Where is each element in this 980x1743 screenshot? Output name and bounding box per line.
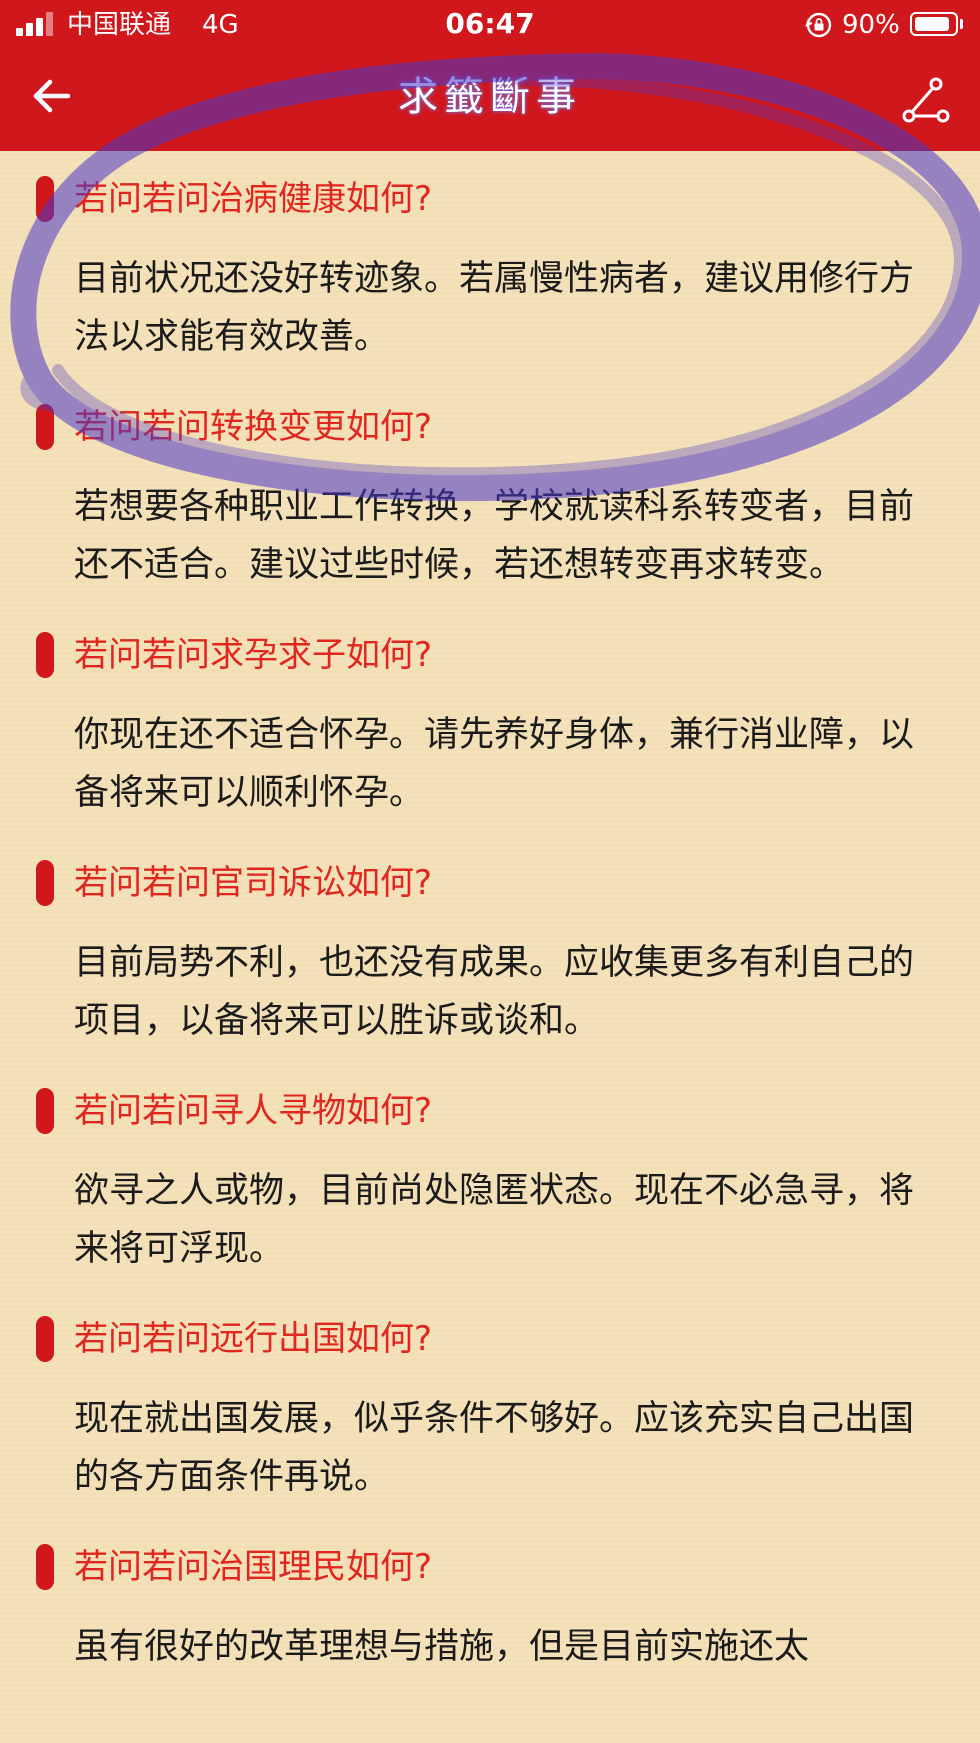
battery-cap — [960, 19, 963, 29]
entry-question: 若问若问寻人寻物如何? — [74, 1091, 433, 1131]
fortune-entry: 若问若问远行出国如何? 现在就出国发展，似乎条件不够好。应该充实自己出国的各方面条… — [0, 1310, 980, 1506]
share-nodes-icon — [902, 77, 950, 123]
network-type: 4G — [202, 10, 239, 40]
question-marker — [36, 176, 54, 222]
signal-strength-icon — [16, 12, 58, 36]
question-marker — [36, 1088, 54, 1134]
back-button[interactable] — [28, 72, 76, 120]
app-header: 中国联通 4G 06:47 90% 求籤斷事 — [0, 0, 980, 151]
fortune-entry: 若问若问寻人寻物如何? 欲寻之人或物，目前尚处隐匿状态。现在不必急寻，将来将可浮现… — [0, 1082, 980, 1278]
battery-percentage: 90% — [842, 10, 900, 40]
share-button[interactable] — [900, 75, 952, 125]
question-marker — [36, 1544, 54, 1590]
entry-question: 若问若问治病健康如何? — [74, 179, 433, 219]
fortune-entry: 若问若问治病健康如何? 目前状况还没好转迹象。若属慢性病者，建议用修行方法以求能有… — [0, 170, 980, 366]
entry-answer: 你现在还不适合怀孕。请先养好身体，兼行消业障，以备将来可以顺利怀孕。 — [74, 715, 915, 813]
fortune-entry: 若问若问转换变更如何? 若想要各种职业工作转换，学校就读科系转变者，目前还不适合。… — [0, 398, 980, 594]
entry-question: 若问若问官司诉讼如何? — [74, 863, 433, 903]
entry-answer: 目前局势不利，也还没有成果。应收集更多有利自己的项目，以备将来可以胜诉或谈和。 — [74, 943, 915, 1041]
carrier-name: 中国联通 — [67, 10, 172, 40]
page-title: 求籤斷事 — [398, 74, 582, 120]
orientation-lock-icon — [805, 12, 832, 38]
fortune-entry: 若问若问求孕求子如何? 你现在还不适合怀孕。请先养好身体，兼行消业障，以备将来可以… — [0, 626, 980, 822]
entry-question: 若问若问转换变更如何? — [74, 407, 433, 447]
entry-answer: 现在就出国发展，似乎条件不够好。应该充实自己出国的各方面条件再说。 — [74, 1399, 915, 1497]
fortune-entry-list: 若问若问治病健康如何? 目前状况还没好转迹象。若属慢性病者，建议用修行方法以求能有… — [0, 170, 980, 1708]
entry-question: 若问若问求孕求子如何? — [74, 635, 433, 675]
question-marker — [36, 860, 54, 906]
content-area[interactable]: 若问若问治病健康如何? 目前状况还没好转迹象。若属慢性病者，建议用修行方法以求能有… — [0, 151, 980, 1743]
arrow-left-icon — [33, 79, 71, 113]
entry-question: 若问若问治国理民如何? — [74, 1547, 433, 1587]
entry-answer: 目前状况还没好转迹象。若属慢性病者，建议用修行方法以求能有效改善。 — [74, 259, 915, 357]
entry-answer: 若想要各种职业工作转换，学校就读科系转变者，目前还不适合。建议过些时候，若还想转… — [74, 487, 915, 585]
fortune-entry: 若问若问治国理民如何? 虽有很好的改革理想与措施，但是目前实施还太 — [0, 1538, 980, 1676]
entry-answer: 虽有很好的改革理想与措施，但是目前实施还太 — [74, 1627, 810, 1667]
battery-level-fill — [915, 17, 949, 31]
status-time: 06:47 — [445, 7, 535, 40]
question-marker — [36, 632, 54, 678]
question-marker — [36, 404, 54, 450]
fortune-entry: 若问若问官司诉讼如何? 目前局势不利，也还没有成果。应收集更多有利自己的项目，以备… — [0, 854, 980, 1050]
status-bar: 中国联通 4G 06:47 90% — [0, 0, 980, 50]
entry-question: 若问若问远行出国如何? — [74, 1319, 433, 1359]
entry-answer: 欲寻之人或物，目前尚处隐匿状态。现在不必急寻，将来将可浮现。 — [74, 1171, 915, 1269]
battery-icon — [910, 12, 958, 36]
question-marker — [36, 1316, 54, 1362]
